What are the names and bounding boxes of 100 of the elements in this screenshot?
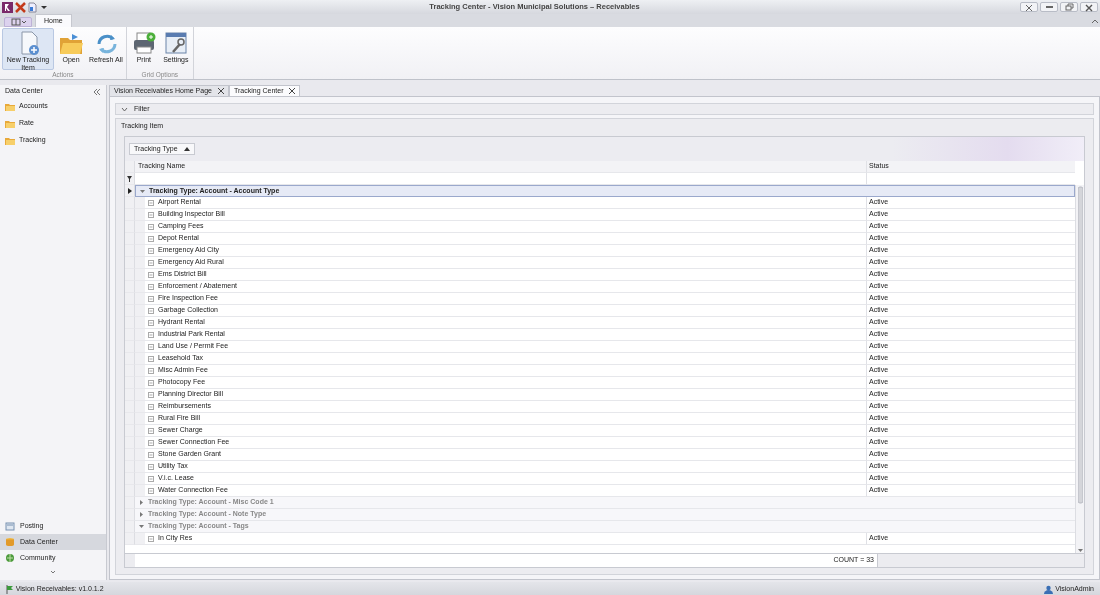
flag-icon [6,585,14,594]
document-icon [5,521,15,531]
expand-icon[interactable] [148,235,154,242]
expand-icon[interactable] [148,487,154,494]
row-indicator [125,329,135,341]
fullscreen-button[interactable] [1020,2,1038,12]
expand-icon[interactable] [148,463,154,470]
close-icon[interactable] [217,88,224,94]
user-icon [1044,585,1054,594]
expand-icon[interactable] [148,319,154,326]
row-indicator [125,293,135,305]
indent-cell [135,401,145,413]
indent-cell [135,281,145,293]
indent-cell [135,257,145,269]
close-icon[interactable] [289,88,296,94]
row-indicator [125,377,135,389]
row-indicator [125,413,135,425]
settings-icon [162,30,189,56]
row-indicator [125,209,135,221]
document-icon[interactable] [27,1,38,13]
collapse-icon[interactable] [93,87,101,96]
indent-cell [135,197,145,209]
indent-cell [135,293,145,305]
dropdown-icon[interactable] [39,3,49,11]
indent-cell [135,221,145,233]
row-indicator [125,401,135,413]
folder-icon [5,135,15,146]
caret-down-icon[interactable] [140,188,145,194]
indent-cell [135,389,145,401]
row-indicator [125,449,135,461]
indent-cell [135,473,145,485]
indent-cell [135,533,145,545]
vertical-scrollbar[interactable] [1075,185,1084,553]
expand-icon[interactable] [148,271,154,278]
chevron-down-icon [121,106,128,112]
indent-cell [135,317,145,329]
row-indicator [125,221,135,233]
indent-cell [135,245,145,257]
expand-icon[interactable] [148,403,154,410]
expand-icon[interactable] [148,259,154,266]
expand-icon[interactable] [148,451,154,458]
row-indicator [125,317,135,329]
row-indicator [125,245,135,257]
indent-cell [135,233,145,245]
restore-button[interactable] [1060,2,1078,12]
expand-icon[interactable] [148,211,154,218]
expand-icon[interactable] [148,427,154,434]
expand-icon[interactable] [148,283,154,290]
expand-icon[interactable] [148,367,154,374]
cross-icon[interactable] [14,1,26,13]
expand-icon[interactable] [148,295,154,302]
expand-icon[interactable] [148,223,154,230]
row-indicator [125,425,135,437]
row-indicator [125,305,135,317]
expand-icon[interactable] [148,415,154,422]
fullscreen-icon [1024,2,1034,12]
minimize-button[interactable] [1040,2,1058,12]
expand-icon[interactable] [148,391,154,398]
close-icon [1084,2,1094,12]
indent-cell [135,305,145,317]
row-indicator [125,389,135,401]
indent-cell [135,425,145,437]
indent-cell [135,485,145,497]
row-indicator [125,233,135,245]
database-icon [5,537,15,547]
scroll-thumb-icon[interactable] [1077,185,1083,505]
indent-cell [135,209,145,221]
expand-icon[interactable] [148,331,154,338]
expand-icon[interactable] [148,343,154,350]
expand-icon[interactable] [148,535,154,542]
indent-cell [135,461,145,473]
expand-icon[interactable] [148,307,154,314]
caret-down-icon[interactable] [139,524,144,529]
indent-cell [135,437,145,449]
caret-right-icon[interactable] [139,512,144,517]
indent-cell [135,365,145,377]
expand-icon[interactable] [148,247,154,254]
close-button[interactable] [1080,2,1098,12]
indent-cell [135,413,145,425]
minimize-icon [1045,6,1053,8]
expand-menu-icon[interactable] [49,568,57,576]
caret-right-icon[interactable] [139,500,144,505]
expand-icon[interactable] [148,199,154,206]
row-indicator [125,473,135,485]
indent-cell [135,329,145,341]
row-indicator [125,269,135,281]
globe-icon [5,553,15,563]
row-indicator [125,437,135,449]
row-indicator [125,461,135,473]
row-indicator [125,485,135,497]
expand-icon[interactable] [148,379,154,386]
folder-icon [5,101,15,112]
indent-cell [135,353,145,365]
indent-cell [135,449,145,461]
expand-icon[interactable] [148,475,154,482]
app-logo-icon[interactable] [1,1,13,13]
expand-icon[interactable] [148,355,154,362]
folder-icon [5,118,15,129]
row-indicator [125,341,135,353]
expand-icon[interactable] [148,439,154,446]
